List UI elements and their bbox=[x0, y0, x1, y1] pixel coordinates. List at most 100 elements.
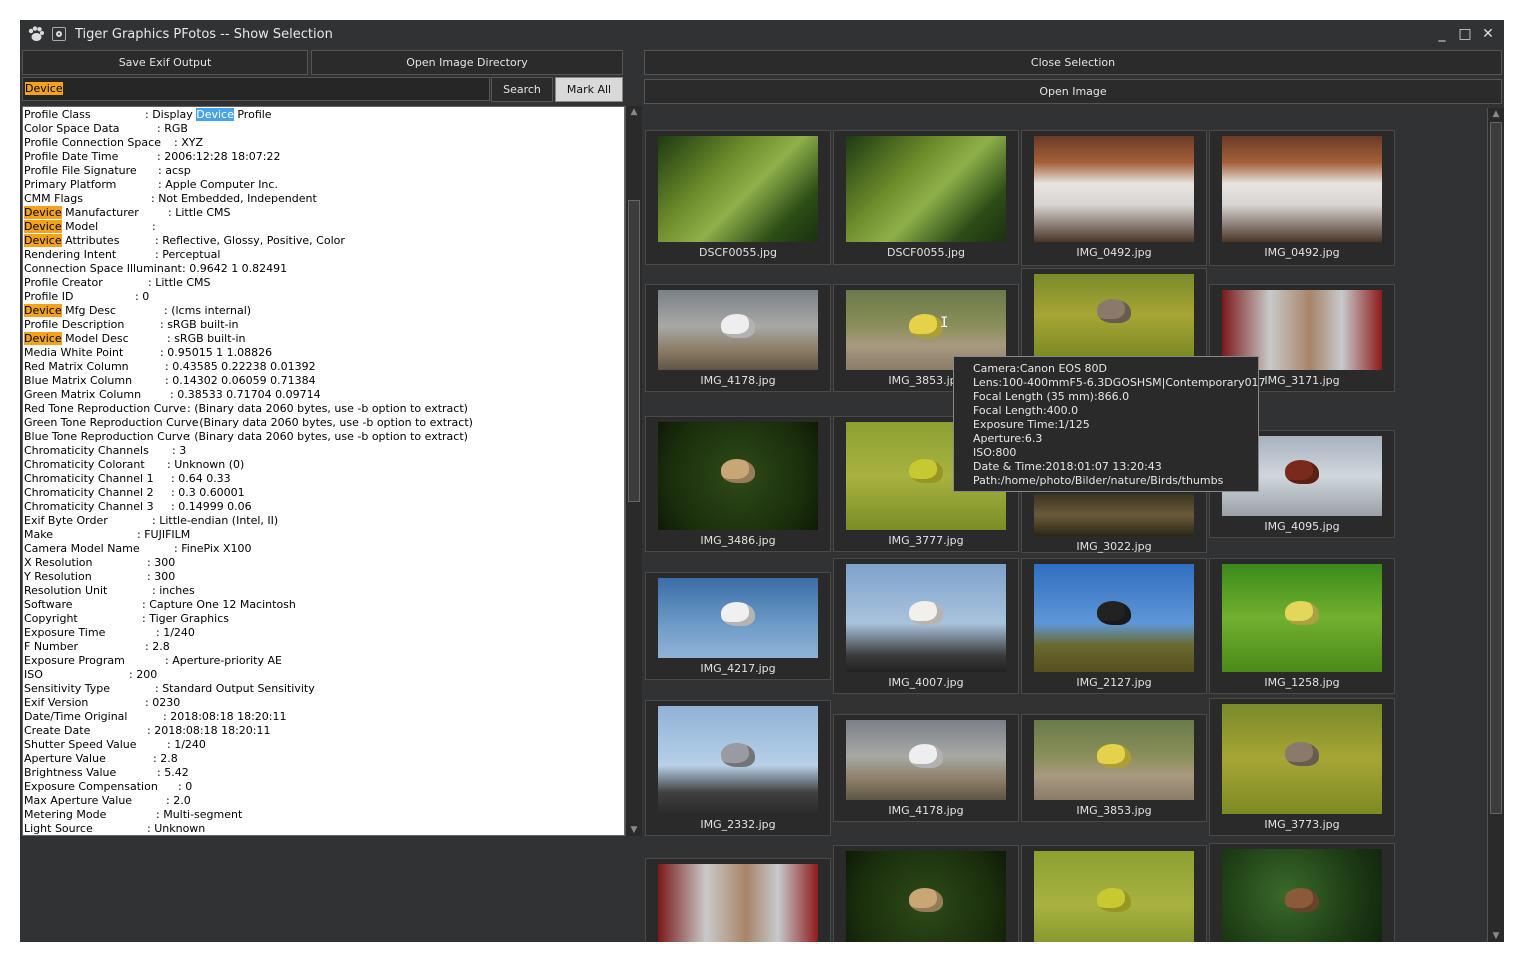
thumbnail-tile[interactable]: IMG_2127.jpg bbox=[1021, 558, 1207, 694]
thumbnail-tile[interactable]: IMG_3022.jpg bbox=[1021, 488, 1207, 553]
thumbnail-tile[interactable]: IMG_3486.jpg bbox=[645, 416, 831, 552]
exif-value: : 300 bbox=[147, 570, 175, 584]
thumbnail-image[interactable] bbox=[1222, 704, 1382, 814]
save-exif-output-button[interactable]: Save Exif Output bbox=[22, 50, 308, 75]
thumbnail-image[interactable] bbox=[1034, 494, 1194, 536]
exif-value-text: : Aperture-priority AE bbox=[165, 654, 282, 667]
exif-key-text: Green Tone Reproduction Curve bbox=[24, 416, 199, 429]
exif-key-text: Date/Time Original bbox=[24, 710, 128, 723]
gallery-scrollbar[interactable]: ▲ ▼ bbox=[1487, 108, 1504, 942]
thumbnail-image[interactable] bbox=[658, 136, 818, 242]
thumbnail-image[interactable] bbox=[846, 564, 1006, 672]
thumbnail-image[interactable] bbox=[658, 578, 818, 658]
maximize-button[interactable]: □ bbox=[1456, 26, 1474, 42]
exif-scrollbar[interactable]: ▲ ▼ bbox=[625, 106, 642, 836]
search-button[interactable]: Search bbox=[491, 77, 553, 102]
scroll-down-arrow[interactable]: ▼ bbox=[1488, 930, 1504, 942]
thumbnail-tile[interactable]: IMG_0492.jpg bbox=[1209, 130, 1395, 266]
exif-value: : Not Embedded, Independent bbox=[151, 192, 317, 206]
exif-key-text: Exif Version bbox=[24, 696, 89, 709]
exif-key-text: Brightness Value bbox=[24, 766, 117, 779]
thumbnail-filename: IMG_4007.jpg bbox=[888, 676, 964, 689]
thumbnail-tile[interactable]: IMG_2332.jpg bbox=[645, 700, 831, 836]
exif-key: Camera Model Name bbox=[24, 542, 140, 556]
thumbnail-tile[interactable]: DSCF0055.jpg bbox=[833, 130, 1019, 265]
exif-key: Device Manufacturer bbox=[24, 206, 139, 220]
exif-value: : Apple Computer Inc. bbox=[158, 178, 278, 192]
exif-key: Device Attributes bbox=[24, 234, 119, 248]
thumbnail-image[interactable] bbox=[1034, 851, 1194, 942]
bird-shape bbox=[909, 458, 943, 483]
thumbnail-image[interactable] bbox=[1222, 136, 1382, 242]
exif-key-text: Chromaticity Colorant bbox=[24, 458, 145, 471]
bird-shape bbox=[1097, 600, 1131, 625]
exif-value-text: : 2018:08:18 18:20:11 bbox=[163, 710, 287, 723]
exif-key-text: Copyright bbox=[24, 612, 78, 625]
mark-all-button[interactable]: Mark All bbox=[555, 77, 623, 102]
thumbnail-tile[interactable]: IMG_3853.jpg bbox=[1021, 714, 1207, 822]
thumbnail-image[interactable] bbox=[1222, 849, 1382, 942]
thumbnail-image[interactable] bbox=[658, 290, 818, 370]
bird-shape bbox=[909, 887, 943, 912]
exif-key: Connection Space Illuminant bbox=[24, 262, 182, 276]
open-image-directory-button[interactable]: Open Image Directory bbox=[311, 50, 623, 75]
thumbnail-image[interactable] bbox=[846, 720, 1006, 800]
thumbnail-tile[interactable]: IMG_3171.jpg bbox=[645, 858, 831, 942]
thumbnail-tile[interactable]: IMG_1258.jpg bbox=[1209, 558, 1395, 694]
thumbnail-image[interactable] bbox=[846, 851, 1006, 942]
search-input[interactable]: Device bbox=[22, 77, 490, 101]
gallery-scrollbar-thumb[interactable] bbox=[1490, 122, 1502, 814]
thumbnail-tile[interactable] bbox=[833, 845, 1019, 942]
scroll-up-arrow[interactable]: ▲ bbox=[1488, 108, 1504, 120]
exif-key-text: Make bbox=[24, 528, 53, 541]
exif-key: Chromaticity Channel 2 bbox=[24, 486, 154, 500]
exif-key: Device Model bbox=[24, 220, 98, 234]
thumbnail-tile[interactable]: DSCF0055.jpg bbox=[645, 130, 831, 265]
exif-key: Exif Version bbox=[24, 696, 88, 710]
exif-value-text: : FUJIFILM bbox=[137, 528, 191, 541]
thumbnail-tile[interactable]: IMG_4178.jpg bbox=[645, 284, 831, 392]
thumbnail-tile[interactable] bbox=[1209, 843, 1395, 942]
thumbnail-tile[interactable]: IMG_0492.jpg bbox=[1021, 130, 1207, 266]
exif-value-text: : sRGB built-in bbox=[167, 332, 246, 345]
close-button[interactable]: ✕ bbox=[1479, 26, 1497, 42]
thumbnail-tile[interactable] bbox=[1021, 845, 1207, 942]
open-image-button[interactable]: Open Image bbox=[644, 79, 1502, 104]
exif-key-text: Chromaticity Channel 2 bbox=[24, 486, 154, 499]
thumbnail-image[interactable] bbox=[658, 864, 818, 942]
minimize-button[interactable]: _ bbox=[1433, 26, 1451, 42]
thumbnail-image[interactable] bbox=[1034, 720, 1194, 800]
thumbnail-image[interactable] bbox=[1034, 274, 1194, 356]
thumbnail-image[interactable] bbox=[658, 706, 818, 814]
thumbnail-tile[interactable]: IMG_4178.jpg bbox=[833, 714, 1019, 822]
window-title: Tiger Graphics PFotos -- Show Selection bbox=[75, 27, 333, 42]
scroll-up-arrow[interactable]: ▲ bbox=[626, 106, 642, 118]
thumbnail-tile[interactable]: IMG_4007.jpg bbox=[833, 558, 1019, 694]
gear-icon[interactable] bbox=[52, 27, 66, 41]
exif-value-text: : (Binary data 2060 bytes, use -b option… bbox=[187, 430, 468, 443]
exif-key-text: Shutter Speed Value bbox=[24, 738, 137, 751]
bird-shape bbox=[1097, 744, 1131, 768]
thumbnail-image[interactable] bbox=[1034, 136, 1194, 242]
exif-output-panel[interactable]: Profile Class: Display Device Profile Col… bbox=[22, 106, 625, 836]
exif-key: Chromaticity Channels bbox=[24, 444, 149, 458]
exif-scrollbar-thumb[interactable] bbox=[628, 200, 640, 502]
thumbnail-tile[interactable]: IMG_3773.jpg bbox=[1209, 698, 1395, 836]
scroll-down-arrow[interactable]: ▼ bbox=[626, 824, 642, 836]
close-selection-button[interactable]: Close Selection bbox=[644, 50, 1502, 75]
tooltip-line: Date & Time:2018:01:07 13:20:43 bbox=[973, 460, 1162, 473]
thumbnail-image[interactable] bbox=[1034, 564, 1194, 672]
bird-shape bbox=[1097, 298, 1131, 323]
thumbnail-image[interactable] bbox=[1222, 564, 1382, 672]
exif-key: Resolution Unit bbox=[24, 584, 107, 598]
thumbnail-gallery[interactable]: DSCF0055.jpg DSCF0055.jpg IMG_0492.jpg IMG_… bbox=[644, 108, 1489, 942]
exif-key: Exposure Time bbox=[24, 626, 105, 640]
exif-value: : Standard Output Sensitivity bbox=[155, 682, 315, 696]
exif-key-text: Metering Mode bbox=[24, 808, 107, 821]
exif-value: : sRGB built-in bbox=[160, 318, 239, 332]
title-bar[interactable]: Tiger Graphics PFotos -- Show Selection … bbox=[20, 20, 1504, 48]
thumbnail-tile[interactable]: IMG_4217.jpg bbox=[645, 572, 831, 680]
exif-key-text: CMM Flags bbox=[24, 192, 83, 205]
thumbnail-image[interactable] bbox=[846, 136, 1006, 242]
thumbnail-image[interactable] bbox=[658, 422, 818, 530]
